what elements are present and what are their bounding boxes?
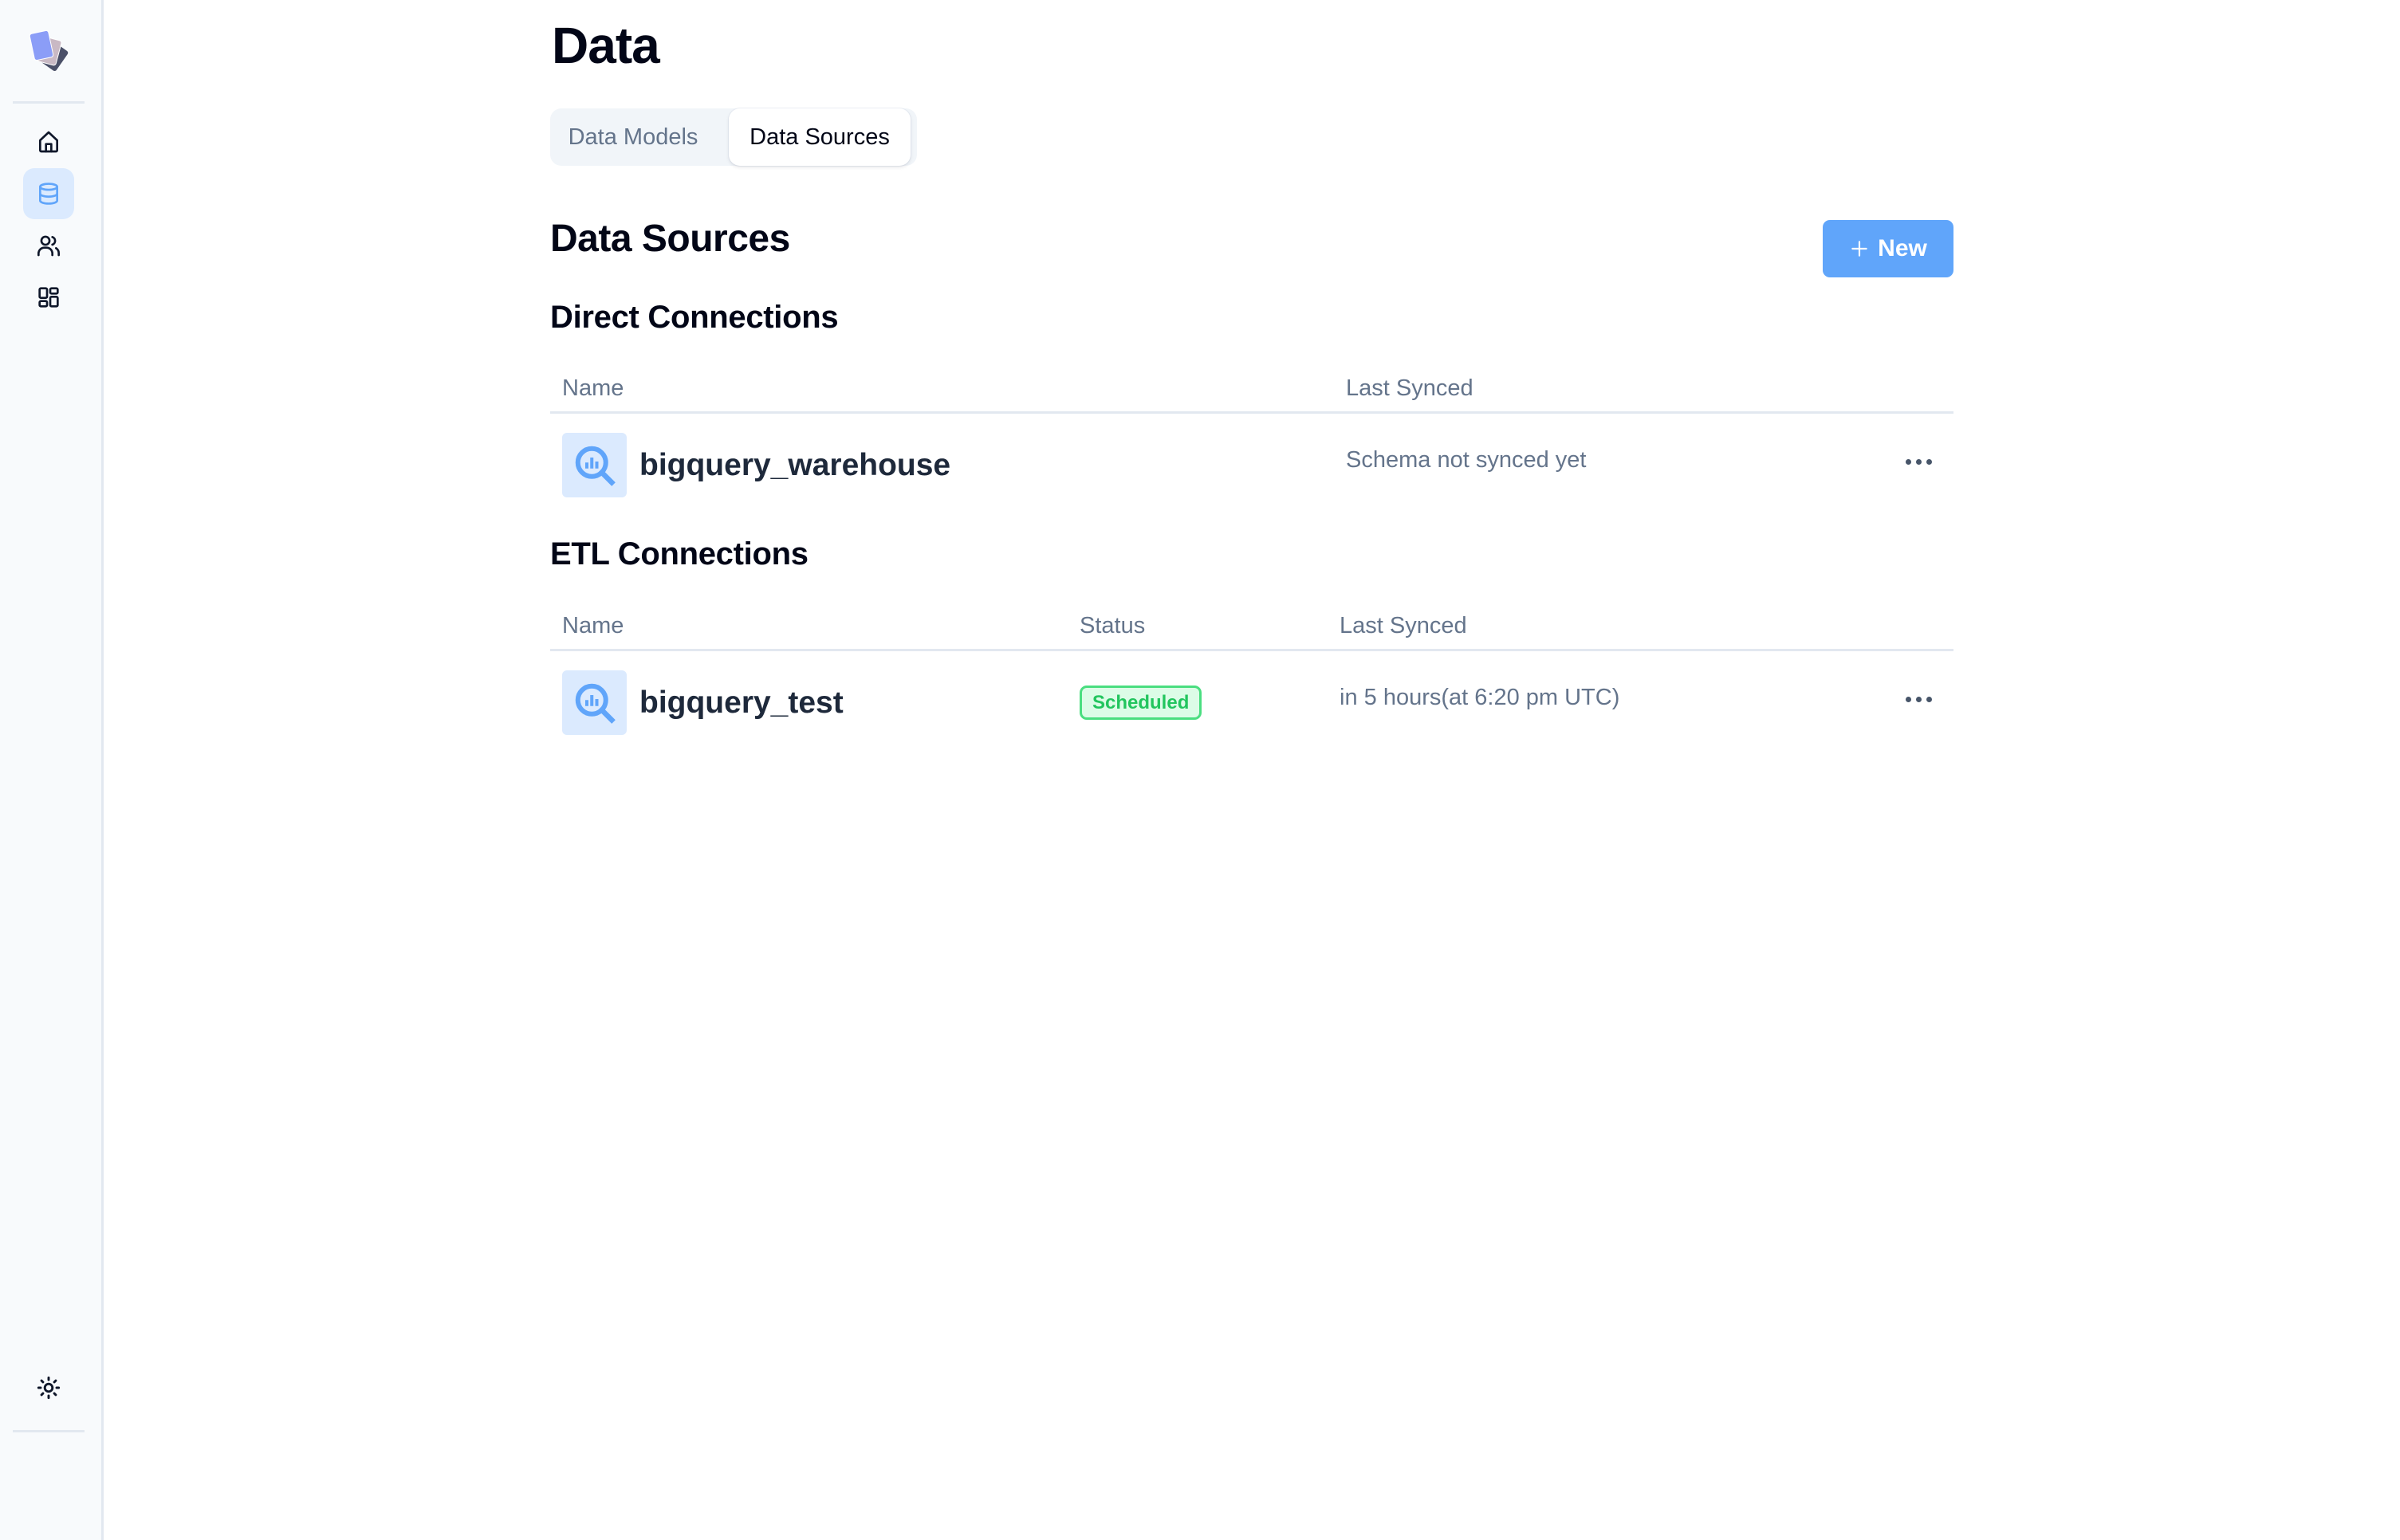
table-header: Name Status Last Synced bbox=[550, 603, 1953, 651]
bigquery-icon bbox=[562, 670, 627, 735]
sidebar-divider bbox=[13, 101, 85, 104]
column-header-name: Name bbox=[562, 375, 624, 401]
tab-data-models[interactable]: Data Models bbox=[550, 108, 729, 166]
more-horizontal-icon bbox=[1905, 458, 1911, 465]
sidebar bbox=[0, 0, 104, 1540]
last-synced-cell: Schema not synced yet bbox=[1346, 447, 1587, 473]
sidebar-item-home[interactable] bbox=[23, 116, 74, 167]
column-header-status: Status bbox=[1080, 613, 1146, 638]
table-header: Name Last Synced bbox=[550, 366, 1953, 414]
database-icon bbox=[39, 183, 58, 205]
etl-connections-title: ETL Connections bbox=[550, 536, 809, 572]
more-horizontal-icon bbox=[1905, 696, 1911, 702]
table-row[interactable]: bigquery_test Scheduled in 5 hours(at 6:… bbox=[550, 651, 1953, 735]
row-actions-button[interactable] bbox=[1898, 686, 1939, 712]
status-badge: Scheduled bbox=[1080, 686, 1202, 720]
plus-icon bbox=[1851, 241, 1867, 257]
sidebar-item-data[interactable] bbox=[23, 168, 74, 219]
column-header-name: Name bbox=[562, 613, 624, 638]
sidebar-divider-bottom bbox=[13, 1430, 85, 1432]
new-button-label: New bbox=[1878, 235, 1927, 261]
theme-toggle-button[interactable] bbox=[23, 1362, 74, 1413]
more-dot bbox=[1926, 458, 1932, 465]
more-dot bbox=[1926, 696, 1932, 702]
sidebar-item-dashboards[interactable] bbox=[23, 272, 74, 323]
home-icon bbox=[39, 131, 58, 153]
new-button[interactable]: New bbox=[1823, 220, 1953, 277]
row-actions-button[interactable] bbox=[1898, 449, 1939, 474]
section-title: Data Sources bbox=[550, 218, 790, 260]
tab-data-sources[interactable]: Data Sources bbox=[729, 108, 911, 166]
column-header-last-synced: Last Synced bbox=[1340, 613, 1467, 638]
grid-icon bbox=[38, 287, 59, 308]
table-row[interactable]: bigquery_warehouse Schema not synced yet bbox=[550, 414, 1953, 497]
last-synced-cell: in 5 hours(at 6:20 pm UTC) bbox=[1340, 685, 1620, 710]
name-cell: bigquery_warehouse bbox=[562, 433, 950, 497]
column-header-last-synced: Last Synced bbox=[1346, 375, 1473, 401]
more-dot bbox=[1915, 458, 1922, 465]
direct-connections-title: Direct Connections bbox=[550, 300, 839, 335]
bigquery-icon bbox=[562, 433, 627, 497]
app-logo[interactable] bbox=[29, 29, 70, 73]
sidebar-item-users[interactable] bbox=[23, 220, 74, 271]
sun-icon bbox=[37, 1376, 61, 1400]
tab-bar: Data Models Data Sources bbox=[550, 108, 917, 166]
users-icon bbox=[37, 235, 60, 257]
etl-connections-table: Name Status Last Synced bigquery_test Sc… bbox=[550, 603, 1953, 735]
direct-connections-table: Name Last Synced bigquery_warehouse Sche… bbox=[550, 366, 1953, 497]
name-cell: bigquery_test bbox=[562, 670, 844, 735]
data-source-name[interactable]: bigquery_warehouse bbox=[639, 448, 950, 483]
page-title: Data bbox=[552, 17, 660, 74]
data-source-name[interactable]: bigquery_test bbox=[639, 686, 844, 721]
more-dot bbox=[1915, 696, 1922, 702]
